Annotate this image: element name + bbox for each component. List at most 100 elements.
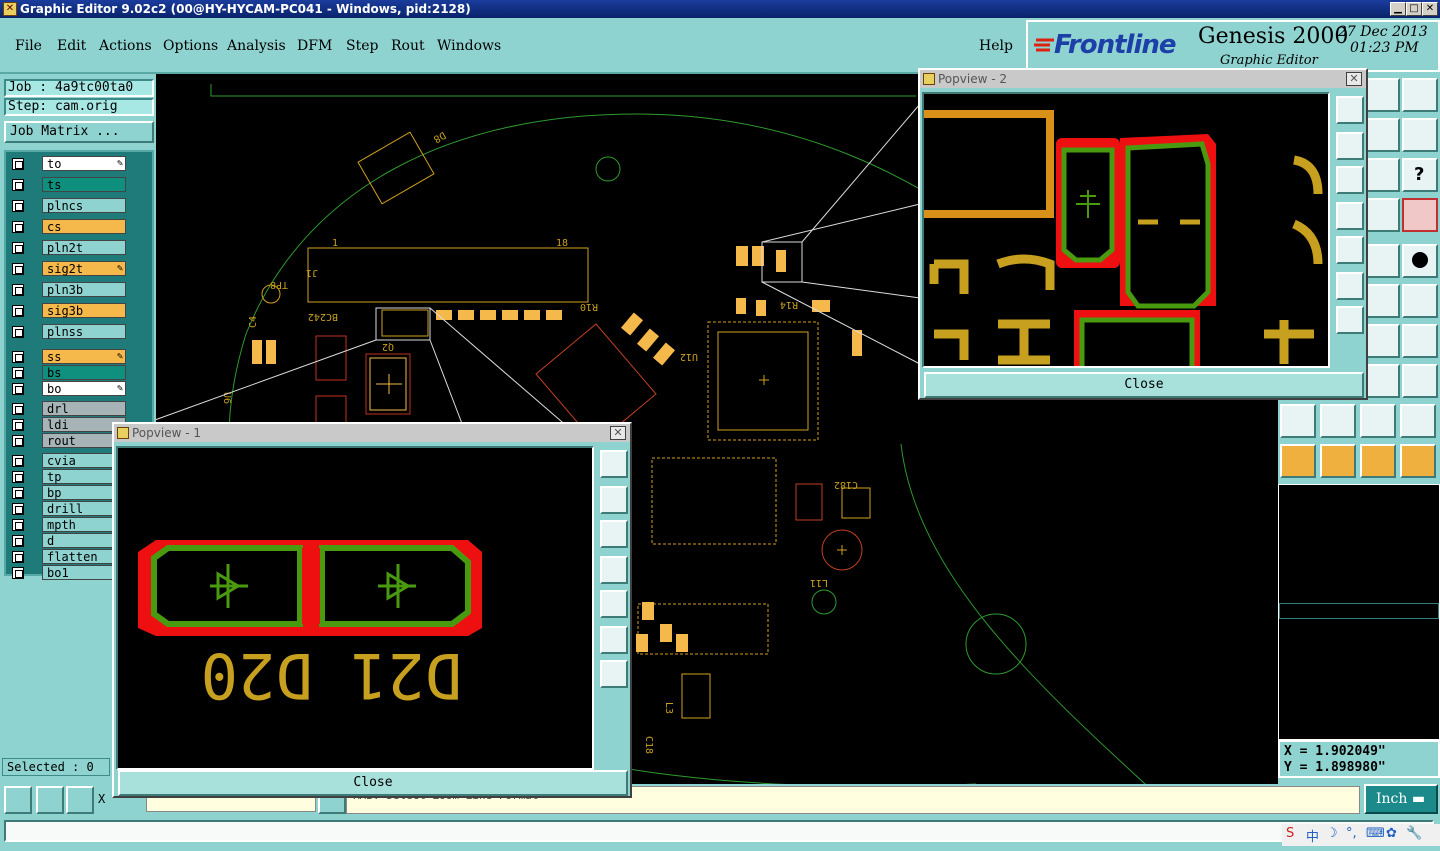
popview-2-titlebar[interactable]: Popview - 2 ✕ [920,70,1366,88]
layer-checkbox[interactable] [12,367,24,379]
ruler-button[interactable] [1364,244,1400,278]
layer-row-ss[interactable]: ss ✎ [8,349,128,364]
select-add-button[interactable] [1360,444,1396,478]
grid-icon[interactable] [66,786,94,814]
layer-row-ts[interactable]: ts [8,177,128,192]
popview-1-tool-7[interactable] [600,660,628,688]
menu-step[interactable]: Step [346,38,378,54]
popview-1-tool-4[interactable] [600,556,628,584]
layer-name[interactable]: bs [42,365,126,380]
layer-name[interactable]: sig3b [42,303,126,318]
popview-1-tool-2[interactable] [600,486,628,514]
popview-2-tool-1[interactable] [1336,96,1364,124]
popview-2-tool-3[interactable] [1336,166,1364,194]
tray-icon[interactable]: S [1286,826,1294,841]
layer-row-pln3b[interactable]: pln3b [8,282,128,297]
home-view-button[interactable] [1364,78,1400,112]
layer-row-cvia[interactable]: cvia [8,453,128,468]
layer-row-bo[interactable]: bo ✎ [8,381,128,396]
multi-select-button[interactable] [1402,364,1438,398]
popview-2-tool-5[interactable] [1336,236,1364,264]
popview-1-tool-5[interactable] [600,590,628,618]
tray-icon[interactable]: 🔧 [1406,826,1422,841]
layer-checkbox[interactable] [12,435,24,447]
layer-row-bo1[interactable]: bo1 [8,565,128,580]
unit-selector[interactable]: Inch ▬ [1364,784,1438,814]
overview-window[interactable] [1278,484,1440,740]
layer-checkbox[interactable] [12,351,24,363]
layer-name[interactable]: ts [42,177,126,192]
menu-actions[interactable]: Actions [99,38,152,54]
tray-icon[interactable]: ☽ [1326,826,1338,841]
layer-checkbox[interactable] [12,503,24,515]
net-select-button[interactable] [1364,198,1400,232]
select-net-button[interactable] [1400,444,1436,478]
tray-icon[interactable]: °, [1346,826,1357,841]
layer-checkbox[interactable] [12,519,24,531]
measure-line-button[interactable] [1402,284,1438,318]
popview-2-close-icon[interactable]: ✕ [1346,72,1362,86]
layer-checkbox[interactable] [12,284,24,296]
layer-row-tp[interactable]: tp [8,469,128,484]
popview-1-titlebar[interactable]: Popview - 1 ✕ [114,424,630,442]
popview-2-tool-7[interactable] [1336,306,1364,334]
popview-1-close-button[interactable]: Close [118,770,628,796]
toggle-view-button[interactable] [1364,364,1400,398]
menu-edit[interactable]: Edit [57,38,86,54]
close-window-button[interactable]: ✕ [1422,2,1438,16]
tray-icon[interactable]: ⌨ [1366,826,1385,841]
maximize-button[interactable]: □ [1406,2,1422,16]
layer-checkbox[interactable] [12,455,24,467]
feature-arc-button[interactable] [1360,404,1396,438]
pad-button[interactable] [1402,244,1438,278]
layer-row-ldi[interactable]: ldi [8,417,128,432]
popview-1-tool-1[interactable] [600,450,628,478]
layer-row-to[interactable]: to ✎ [8,156,128,171]
menu-rout[interactable]: Rout [391,38,425,54]
feature-edit-button[interactable] [1320,404,1356,438]
tray-icon[interactable]: 中 [1306,826,1319,845]
zoom-fit-icon[interactable] [4,786,32,814]
feature-add-button[interactable] [1280,404,1316,438]
select-box-button[interactable] [1320,444,1356,478]
layer-checkbox[interactable] [12,242,24,254]
pointer-button[interactable] [1280,444,1316,478]
layer-name[interactable]: ss ✎ [42,349,126,364]
layer-checkbox[interactable] [12,403,24,415]
layer-name[interactable]: pln3b [42,282,126,297]
popview-1-tool-6[interactable] [600,626,628,654]
layer-name[interactable]: sig2t ✎ [42,261,126,276]
layer-checkbox[interactable] [12,383,24,395]
layer-checkbox[interactable] [12,419,24,431]
snap-button[interactable] [1402,118,1438,152]
layer-checkbox[interactable] [12,263,24,275]
layer-checkbox[interactable] [12,487,24,499]
layer-checkbox[interactable] [12,551,24,563]
menu-windows[interactable]: Windows [437,38,501,54]
popview-1-close-icon[interactable]: ✕ [610,426,626,440]
layer-row-sig3b[interactable]: sig3b [8,303,128,318]
layer-name[interactable]: bo ✎ [42,381,126,396]
layer-name[interactable]: to ✎ [42,156,126,171]
menu-dfm[interactable]: DFM [297,38,332,54]
layer-row-bp[interactable]: bp [8,485,128,500]
layer-row-mpth[interactable]: mpth [8,517,128,532]
loop-button[interactable] [1364,118,1400,152]
net-highlight-button[interactable] [1402,198,1438,232]
layer-checkbox[interactable] [12,471,24,483]
layer-checkbox[interactable] [12,200,24,212]
layer-checkbox[interactable] [12,158,24,170]
popview-1-view[interactable]: D21 D20 [116,446,594,770]
layer-row-rout[interactable]: rout [8,433,128,448]
menu-help[interactable]: Help [979,38,1013,54]
layer-name[interactable]: pln2t [42,240,126,255]
ratio-button[interactable] [1364,158,1400,192]
layer-row-d[interactable]: d [8,533,128,548]
layer-row-cs[interactable]: cs [8,219,128,234]
layer-name[interactable]: plnss [42,324,126,339]
layer-checkbox[interactable] [12,221,24,233]
minimize-button[interactable]: ▁ [1390,2,1406,16]
popview-2-tool-6[interactable] [1336,272,1364,300]
layer-name[interactable]: cs [42,219,126,234]
help-query-button[interactable]: ? [1402,158,1438,192]
